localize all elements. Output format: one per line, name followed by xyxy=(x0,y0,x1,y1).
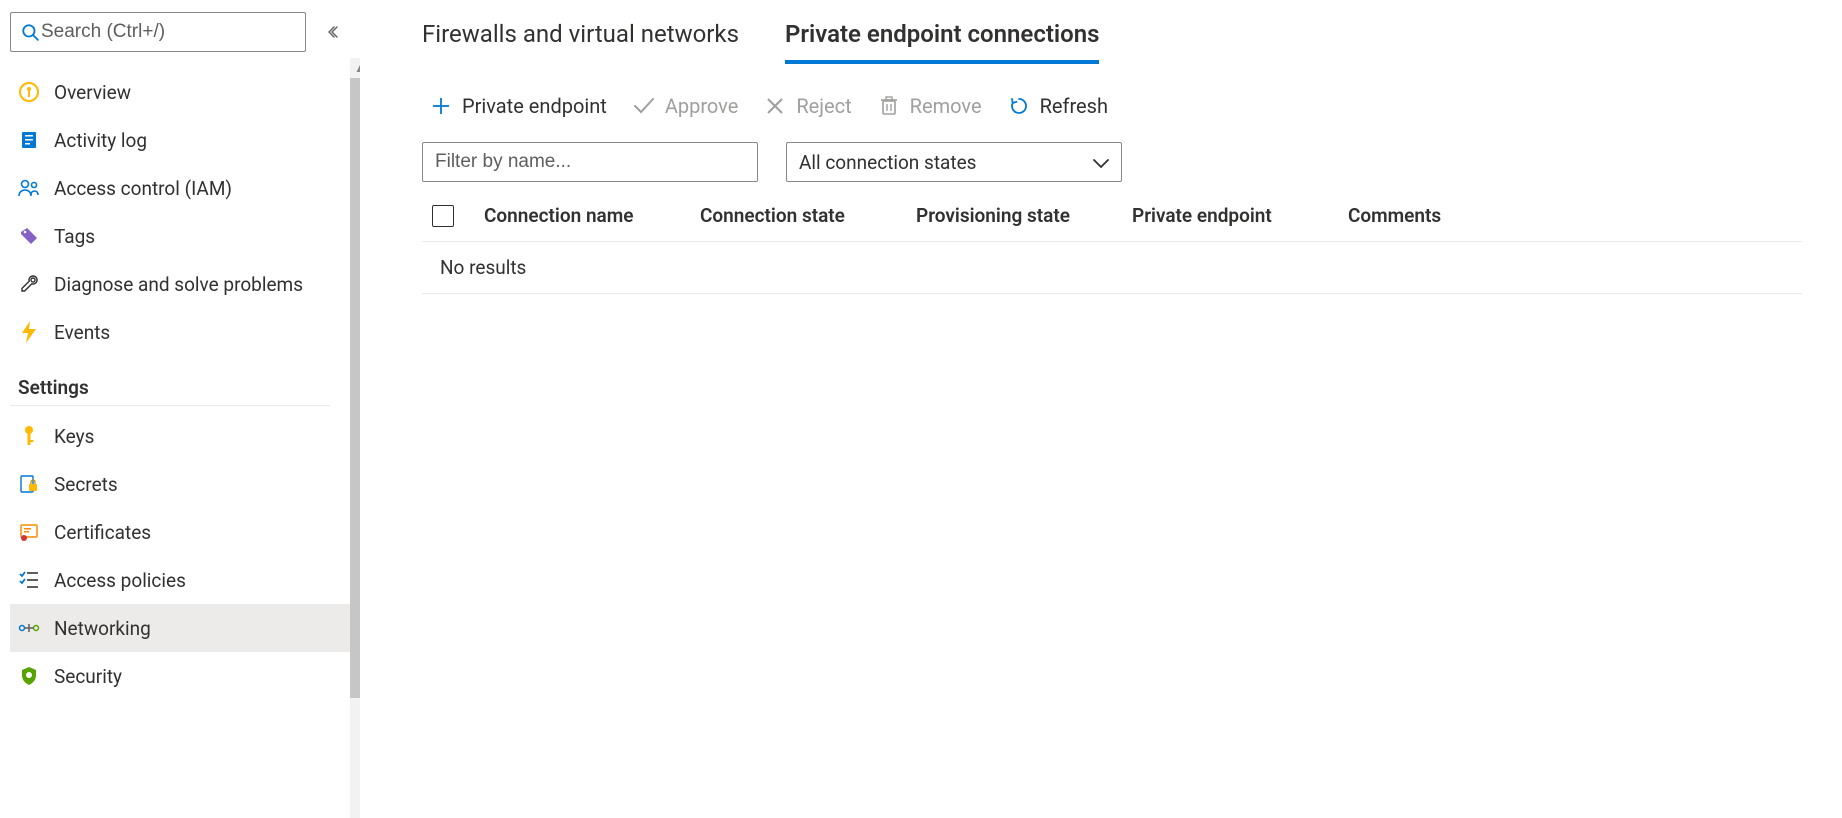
button-label: Remove xyxy=(910,94,982,118)
nav-label: Access policies xyxy=(54,569,186,592)
col-comments[interactable]: Comments xyxy=(1348,204,1802,227)
sidebar-item-diagnose[interactable]: Diagnose and solve problems xyxy=(10,260,350,308)
col-connection-state[interactable]: Connection state xyxy=(700,204,916,227)
scrollbar-thumb[interactable] xyxy=(350,78,360,698)
refresh-icon xyxy=(1008,95,1030,117)
col-provisioning[interactable]: Provisioning state xyxy=(916,204,1132,227)
nav-label: Activity log xyxy=(54,129,147,152)
nav-label: Diagnose and solve problems xyxy=(54,273,303,296)
toolbar: Private endpoint Approve Reject Remove xyxy=(430,94,1802,118)
sidebar-item-networking[interactable]: Networking xyxy=(10,604,350,652)
remove-button: Remove xyxy=(878,94,982,118)
check-icon xyxy=(633,95,655,117)
nav-label: Certificates xyxy=(54,521,151,544)
button-label: Refresh xyxy=(1040,94,1108,118)
log-icon xyxy=(18,129,40,151)
main-panel: Firewalls and virtual networks Private e… xyxy=(360,0,1842,818)
sidebar-item-overview[interactable]: Overview xyxy=(10,68,350,116)
sidebar-item-secrets[interactable]: Secrets xyxy=(10,460,350,508)
sidebar: Overview Activity log Access control (IA… xyxy=(0,0,360,818)
shield-icon xyxy=(18,665,40,687)
approve-button: Approve xyxy=(633,94,739,118)
tab-strip: Firewalls and virtual networks Private e… xyxy=(422,20,1802,64)
secrets-icon xyxy=(18,473,40,495)
col-private-endpoint[interactable]: Private endpoint xyxy=(1132,204,1348,227)
sidebar-scrollbar[interactable]: ▲ xyxy=(350,58,360,818)
key-icon xyxy=(18,425,40,447)
nav-label: Tags xyxy=(54,225,95,248)
button-label: Reject xyxy=(796,94,851,118)
sidebar-item-access-policies[interactable]: Access policies xyxy=(10,556,350,604)
sidebar-section-settings: Settings xyxy=(10,356,330,406)
reject-button: Reject xyxy=(764,94,851,118)
x-icon xyxy=(764,95,786,117)
sidebar-item-activity-log[interactable]: Activity log xyxy=(10,116,350,164)
sidebar-item-certificates[interactable]: Certificates xyxy=(10,508,350,556)
button-label: Approve xyxy=(665,94,739,118)
nav-label: Secrets xyxy=(54,473,118,496)
nav-label: Keys xyxy=(54,425,94,448)
wrench-icon xyxy=(18,273,40,295)
tag-icon xyxy=(18,225,40,247)
table-empty-row: No results xyxy=(422,242,1802,294)
sidebar-item-events[interactable]: Events xyxy=(10,308,350,356)
network-icon xyxy=(18,617,40,639)
chevron-down-icon xyxy=(1093,151,1109,174)
trash-icon xyxy=(878,95,900,117)
nav-label: Overview xyxy=(54,81,131,104)
search-icon xyxy=(19,21,41,43)
lightning-icon xyxy=(18,321,40,343)
plus-icon xyxy=(430,95,452,117)
select-all-checkbox[interactable] xyxy=(432,205,454,227)
tab-private-endpoints[interactable]: Private endpoint connections xyxy=(785,20,1100,64)
scroll-up-icon[interactable]: ▲ xyxy=(350,58,360,78)
connections-table: Connection name Connection state Provisi… xyxy=(422,194,1802,294)
nav-label: Networking xyxy=(54,617,151,640)
sidebar-item-security[interactable]: Security xyxy=(10,652,350,700)
nav-label: Security xyxy=(54,665,122,688)
sidebar-item-tags[interactable]: Tags xyxy=(10,212,350,260)
col-connection-name[interactable]: Connection name xyxy=(484,204,700,227)
sidebar-search-input[interactable] xyxy=(41,21,297,43)
certificate-icon xyxy=(18,521,40,543)
nav-label: Events xyxy=(54,321,110,344)
people-icon xyxy=(18,177,40,199)
dropdown-value: All connection states xyxy=(799,151,976,174)
sidebar-item-keys[interactable]: Keys xyxy=(10,412,350,460)
sidebar-search[interactable] xyxy=(10,12,306,52)
table-header: Connection name Connection state Provisi… xyxy=(422,194,1802,242)
sidebar-collapse-button[interactable] xyxy=(320,17,350,47)
filter-name-input[interactable] xyxy=(422,142,758,182)
key-icon xyxy=(18,81,40,103)
list-check-icon xyxy=(18,569,40,591)
refresh-button[interactable]: Refresh xyxy=(1008,94,1108,118)
connection-state-dropdown[interactable]: All connection states xyxy=(786,142,1122,182)
nav-label: Access control (IAM) xyxy=(54,177,232,200)
sidebar-item-iam[interactable]: Access control (IAM) xyxy=(10,164,350,212)
button-label: Private endpoint xyxy=(462,94,607,118)
add-private-endpoint-button[interactable]: Private endpoint xyxy=(430,94,607,118)
tab-firewalls[interactable]: Firewalls and virtual networks xyxy=(422,20,739,64)
